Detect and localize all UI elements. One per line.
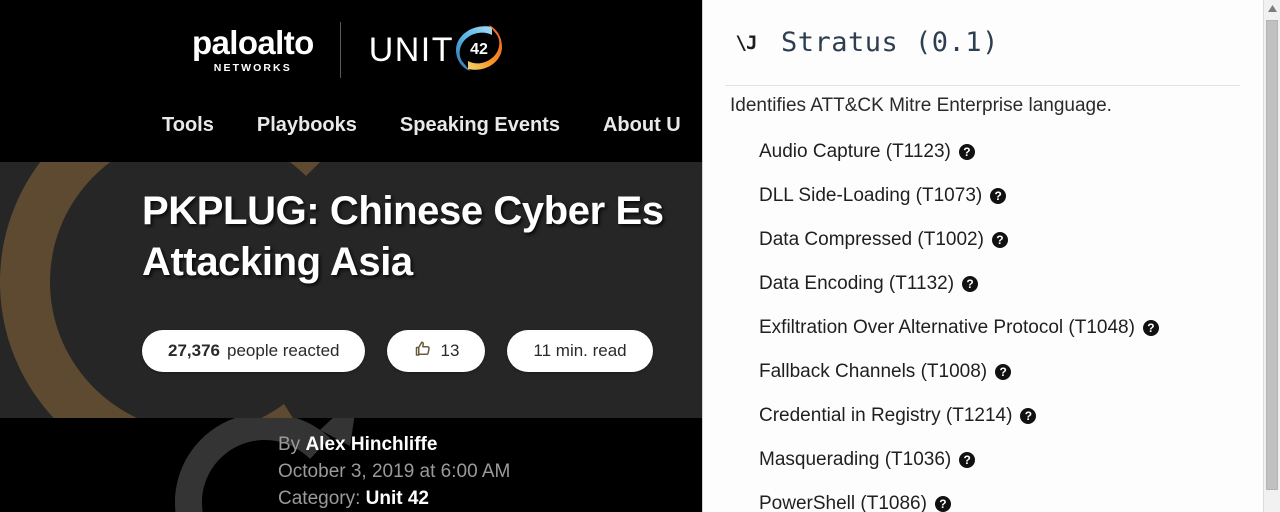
- panel-title: Stratus (0.1): [781, 27, 999, 58]
- technique-list: Audio Capture (T1123) ? DLL Side-Loading…: [703, 130, 1263, 512]
- article-title: PKPLUG: Chinese Cyber Es Attacking Asia: [142, 189, 664, 285]
- thumbs-up-icon: [413, 340, 432, 363]
- article-byline: By Alex Hinchliffe October 3, 2019 at 6:…: [278, 432, 510, 512]
- nav-item-playbooks[interactable]: Playbooks: [257, 114, 357, 137]
- unit42-swirl-icon: 42: [448, 19, 510, 82]
- technique-item-exfiltration-over-alternative-protocol[interactable]: Exfiltration Over Alternative Protocol (…: [703, 306, 1263, 350]
- scroll-up-arrow-icon[interactable]: [1264, 0, 1280, 17]
- technique-label: Exfiltration Over Alternative Protocol (…: [759, 316, 1135, 338]
- byline-author-name[interactable]: Alex Hinchliffe: [305, 434, 437, 455]
- panel-description: Identifies ATT&CK Mitre Enterprise langu…: [730, 95, 1112, 116]
- hero-content: PKPLUG: Chinese Cyber Es Attacking Asia …: [0, 162, 702, 418]
- technique-item-audio-capture[interactable]: Audio Capture (T1123) ?: [703, 130, 1263, 174]
- unit42-badge-number: 42: [470, 41, 488, 58]
- technique-item-masquerading[interactable]: Masquerading (T1036) ?: [703, 438, 1263, 482]
- help-icon[interactable]: ?: [991, 231, 1008, 248]
- technique-item-fallback-channels[interactable]: Fallback Channels (T1008) ?: [703, 350, 1263, 394]
- byline-author-prefix: By: [278, 434, 306, 455]
- technique-label: DLL Side-Loading (T1073): [759, 184, 983, 206]
- paloalto-wordmark: paloalto: [191, 24, 314, 61]
- byline-band: By Alex Hinchliffe October 3, 2019 at 6:…: [0, 418, 702, 512]
- help-icon[interactable]: ?: [995, 363, 1012, 380]
- nav-item-speaking-events[interactable]: Speaking Events: [400, 114, 560, 137]
- stratus-logo-icon: \J: [735, 31, 758, 54]
- read-time-label: 11 min. read: [533, 341, 627, 360]
- byline-date: October 3, 2019 at 6:00 AM: [278, 460, 511, 482]
- technique-label: Audio Capture (T1123): [759, 140, 951, 162]
- unit42-logo[interactable]: UNIT 42: [341, 19, 510, 82]
- nav-item-tools[interactable]: Tools: [162, 114, 214, 137]
- technique-label: Fallback Channels (T1008): [759, 360, 988, 382]
- paloalto-logo[interactable]: paloalto NETWORKS: [192, 26, 340, 74]
- technique-item-dll-side-loading[interactable]: DLL Side-Loading (T1073) ?: [703, 174, 1263, 218]
- site-navigation: Tools Playbooks Speaking Events About U: [0, 104, 702, 146]
- likes-count: 13: [440, 341, 460, 360]
- read-time-pill[interactable]: 11 min. read: [507, 330, 653, 372]
- technique-item-credential-in-registry[interactable]: Credential in Registry (T1214) ?: [703, 394, 1263, 438]
- panel-scrollbar[interactable]: [1263, 0, 1280, 512]
- technique-label: Credential in Registry (T1214): [759, 404, 1013, 426]
- reactions-label: people reacted: [227, 341, 340, 360]
- help-icon[interactable]: ?: [1020, 407, 1037, 424]
- brand-bar: paloalto NETWORKS UNIT 42: [0, 12, 702, 88]
- reactions-count: 27,376: [168, 341, 220, 360]
- article-stats: 27,376 people reacted 13 11 min. read: [142, 330, 653, 372]
- byline-author-line: By Alex Hinchliffe: [278, 432, 510, 459]
- technique-label: PowerShell (T1086): [759, 492, 927, 512]
- nav-item-about-us[interactable]: About U: [603, 114, 681, 137]
- panel-header: \J Stratus (0.1): [703, 0, 1280, 85]
- technique-item-data-encoding[interactable]: Data Encoding (T1132) ?: [703, 262, 1263, 306]
- byline-category-prefix: Category:: [278, 487, 366, 509]
- technique-label: Data Compressed (T1002): [759, 228, 984, 250]
- reactions-pill[interactable]: 27,376 people reacted: [142, 330, 366, 372]
- byline-category-value[interactable]: Unit 42: [366, 488, 429, 509]
- technique-label: Data Encoding (T1132): [759, 272, 955, 294]
- likes-pill[interactable]: 13: [387, 330, 486, 372]
- article-hero: PKPLUG: Chinese Cyber Es Attacking Asia …: [0, 162, 702, 418]
- help-icon[interactable]: ?: [1142, 319, 1159, 336]
- help-icon[interactable]: ?: [962, 275, 979, 292]
- unit-wordmark: UNIT: [368, 30, 455, 69]
- technique-item-powershell[interactable]: PowerShell (T1086) ?: [703, 482, 1263, 512]
- technique-label: Masquerading (T1036): [759, 448, 952, 470]
- webpage-background: paloalto NETWORKS UNIT 42 Tools Playbook…: [0, 0, 702, 512]
- byline-category-line: Category: Unit 42: [278, 486, 510, 512]
- screen-root: paloalto NETWORKS UNIT 42 Tools Playbook…: [0, 0, 1280, 512]
- help-icon[interactable]: ?: [959, 451, 976, 468]
- help-icon[interactable]: ?: [958, 143, 975, 160]
- panel-body: Identifies ATT&CK Mitre Enterprise langu…: [703, 86, 1263, 512]
- scrollbar-thumb[interactable]: [1266, 20, 1278, 490]
- paloalto-networks-label: NETWORKS: [213, 62, 292, 74]
- help-icon[interactable]: ?: [934, 495, 951, 512]
- stratus-extension-panel: \J Stratus (0.1) Identifies ATT&CK Mitre…: [702, 0, 1280, 512]
- help-icon[interactable]: ?: [990, 187, 1007, 204]
- site-header: paloalto NETWORKS UNIT 42 Tools Playbook…: [0, 0, 702, 162]
- technique-item-data-compressed[interactable]: Data Compressed (T1002) ?: [703, 218, 1263, 262]
